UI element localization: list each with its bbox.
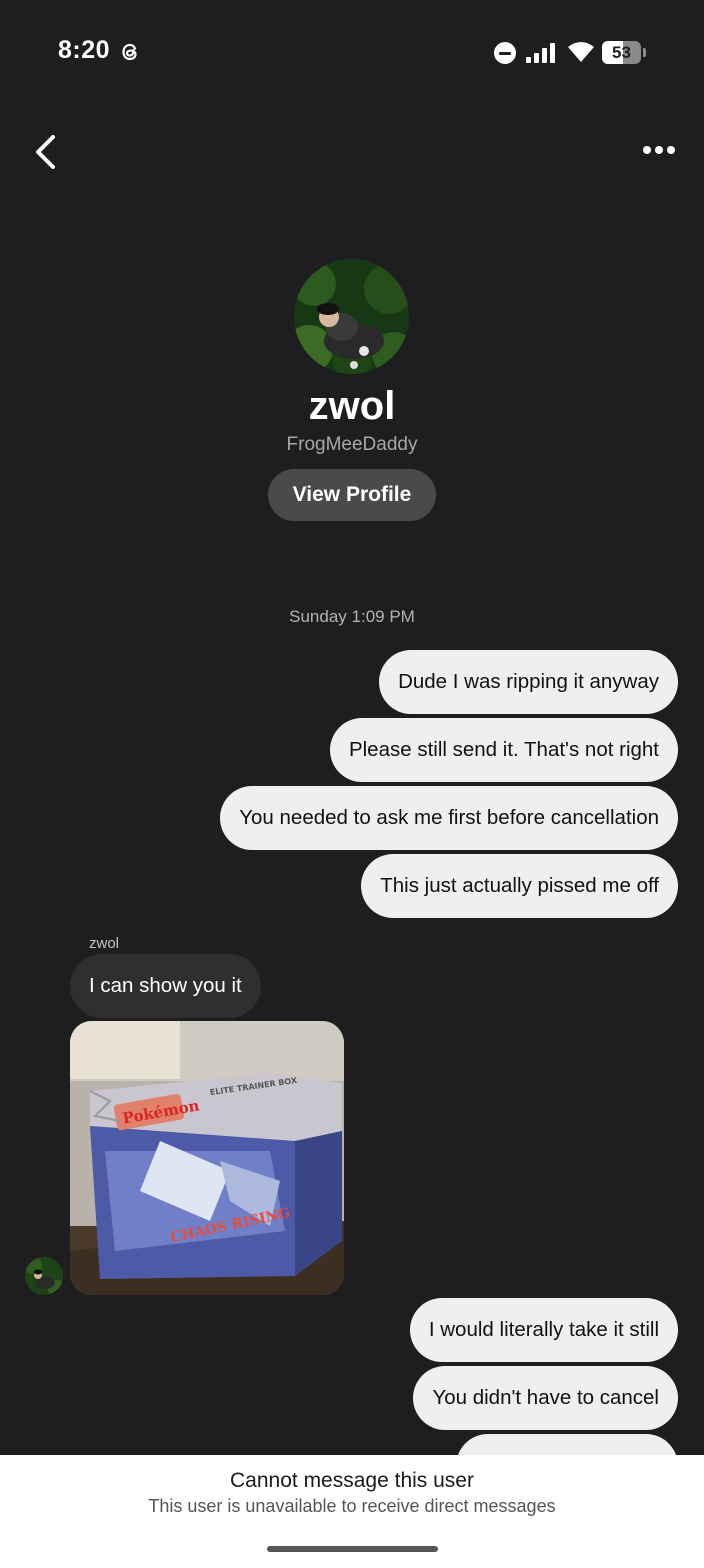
signal-icon <box>526 43 555 63</box>
footer-subtitle: This user is unavailable to receive dire… <box>148 1496 556 1516</box>
chevron-left-icon <box>36 135 55 169</box>
home-indicator[interactable] <box>267 1546 438 1552</box>
view-profile-button[interactable]: View Profile <box>268 469 436 521</box>
profile-handle: FrogMeeDaddy <box>286 434 418 455</box>
outgoing-message[interactable]: This just actually pissed me off <box>361 854 678 918</box>
more-options-button[interactable] <box>636 132 684 168</box>
incoming-message[interactable]: I can show you it <box>70 954 261 1018</box>
outgoing-message[interactable]: You needed to ask me first before cancel… <box>220 786 678 850</box>
status-bar: 8:20 53 <box>0 0 704 100</box>
footer-title: Cannot message this user <box>230 1469 474 1492</box>
more-horizontal-icon <box>643 146 675 154</box>
profile-name: zwol <box>308 384 396 428</box>
message-timestamp: Sunday 1:09 PM <box>289 607 415 626</box>
do-not-disturb-icon <box>494 42 516 64</box>
wifi-icon <box>568 42 594 62</box>
incoming-photo[interactable]: Pokémon ELITE TRAINER BOX CHAOS RISING <box>70 1021 344 1295</box>
battery-icon: 53 <box>602 41 646 64</box>
profile-avatar[interactable] <box>294 259 409 374</box>
sender-avatar[interactable] <box>25 1257 63 1295</box>
conversation-header <box>0 100 704 200</box>
back-button[interactable] <box>22 128 70 176</box>
battery-level: 53 <box>612 43 631 62</box>
messaging-disabled-footer: Cannot message this user This user is un… <box>0 1455 704 1568</box>
outgoing-message[interactable]: I would literally take it still <box>409 1298 678 1362</box>
outgoing-message[interactable]: You didn't have to cancel <box>413 1366 678 1430</box>
outgoing-message[interactable]: Please still send it. That's not right <box>329 718 678 782</box>
threads-icon <box>122 43 137 61</box>
status-time: 8:20 <box>58 36 111 64</box>
outgoing-message[interactable]: Dude I was ripping it anyway <box>379 650 678 714</box>
sender-label: zwol <box>89 935 120 952</box>
